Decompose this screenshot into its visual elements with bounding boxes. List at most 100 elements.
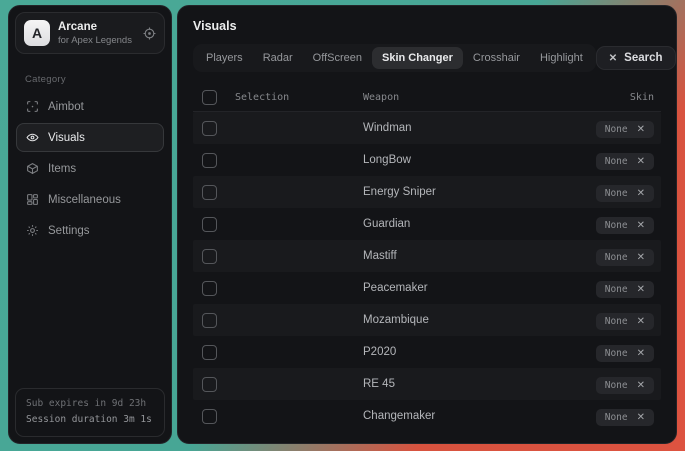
sidebar-item-miscellaneous[interactable]: Miscellaneous [16,185,164,214]
table-row[interactable]: RE 45 None ✕ [193,368,661,400]
weapon-name: Energy Sniper [363,186,596,198]
category-label: Category [25,74,155,85]
column-header-weapon: Weapon [363,92,630,103]
table-row[interactable]: Changemaker None ✕ [193,400,661,432]
app-subtitle: for Apex Legends [58,35,135,46]
row-checkbox[interactable] [202,409,217,424]
skin-value: None [605,348,628,359]
weapon-name: RE 45 [363,378,596,390]
clear-skin-icon[interactable]: ✕ [637,316,645,327]
row-checkbox[interactable] [202,153,217,168]
weapon-name: Peacemaker [363,282,596,294]
skin-badge[interactable]: None ✕ [596,249,654,266]
skin-value: None [605,188,628,199]
skin-value: None [605,316,628,327]
app-header-card: A Arcane for Apex Legends [15,12,165,54]
clear-skin-icon[interactable]: ✕ [637,124,645,135]
table-row[interactable]: Energy Sniper None ✕ [193,176,661,208]
miscellaneous-icon [26,193,39,206]
row-checkbox[interactable] [202,249,217,264]
sidebar: A Arcane for Apex Legends Category [8,5,172,444]
row-checkbox[interactable] [202,185,217,200]
tab-crosshair[interactable]: Crosshair [463,47,530,69]
settings-icon [26,224,39,237]
clear-skin-icon[interactable]: ✕ [637,156,645,167]
tab-bar: Players Radar OffScreen Skin Changer Cro… [193,44,596,72]
skin-badge[interactable]: None ✕ [596,313,654,330]
skin-badge[interactable]: None ✕ [596,217,654,234]
select-all-checkbox[interactable] [202,90,217,105]
visuals-icon [26,131,39,144]
table-row[interactable]: Mozambique None ✕ [193,304,661,336]
clear-skin-icon[interactable]: ✕ [637,220,645,231]
skin-badge[interactable]: None ✕ [596,409,654,426]
tab-offscreen[interactable]: OffScreen [303,47,372,69]
page-title: Visuals [193,19,661,33]
sidebar-item-aimbot[interactable]: Aimbot [16,92,164,121]
tab-radar[interactable]: Radar [253,47,303,69]
sub-expires-text: Sub expires in 9d 23h [26,396,154,413]
tab-players[interactable]: Players [196,47,253,69]
skin-value: None [605,252,628,263]
table-row[interactable]: Peacemaker None ✕ [193,272,661,304]
row-checkbox[interactable] [202,217,217,232]
row-checkbox[interactable] [202,281,217,296]
skin-badge[interactable]: None ✕ [596,281,654,298]
sidebar-item-label: Miscellaneous [48,194,121,206]
row-checkbox[interactable] [202,345,217,360]
skin-value: None [605,284,628,295]
sidebar-item-settings[interactable]: Settings [16,216,164,245]
skin-value: None [605,380,628,391]
skin-value: None [605,220,628,231]
search-icon: ✕ [609,53,617,64]
clear-skin-icon[interactable]: ✕ [637,348,645,359]
row-checkbox[interactable] [202,313,217,328]
subscription-info-card: Sub expires in 9d 23h Session duration 3… [15,388,165,437]
skin-value: None [605,156,628,167]
aimbot-icon [26,100,39,113]
skin-badge[interactable]: None ✕ [596,377,654,394]
row-checkbox[interactable] [202,121,217,136]
table-row[interactable]: Guardian None ✕ [193,208,661,240]
search-button[interactable]: ✕ Search [596,46,676,70]
clear-skin-icon[interactable]: ✕ [637,380,645,391]
weapon-name: Guardian [363,218,596,230]
clear-skin-icon[interactable]: ✕ [637,412,645,423]
weapon-name: Mozambique [363,314,596,326]
sidebar-item-visuals[interactable]: Visuals [16,123,164,152]
toolbar: Players Radar OffScreen Skin Changer Cro… [193,44,661,72]
weapon-name: Mastiff [363,250,596,262]
clear-skin-icon[interactable]: ✕ [637,252,645,263]
tab-highlight[interactable]: Highlight [530,47,593,69]
row-checkbox[interactable] [202,377,217,392]
sidebar-item-label: Aimbot [48,101,84,113]
sidebar-item-label: Visuals [48,132,85,144]
skin-table: Selection Weapon Skin Windman None✕ Long… [193,83,661,434]
app-name: Arcane [58,20,135,34]
table-header-row: Selection Weapon Skin [193,83,661,112]
skin-value: None [605,412,628,423]
weapon-name: LongBow [363,154,596,166]
table-row[interactable]: Windman None✕ [193,112,661,144]
clear-skin-icon[interactable]: ✕ [637,188,645,199]
weapon-name: Changemaker [363,410,596,422]
search-button-label: Search [624,52,662,64]
skin-badge[interactable]: None ✕ [596,153,654,170]
session-duration-text: Session duration 3m 1s [26,412,154,429]
clear-skin-icon[interactable]: ✕ [637,284,645,295]
table-row[interactable]: P2020 None✕ [193,336,661,368]
tab-skin-changer[interactable]: Skin Changer [372,47,463,69]
app-logo: A [24,20,50,46]
skin-badge[interactable]: None ✕ [596,345,654,362]
sidebar-item-label: Settings [48,225,90,237]
sidebar-item-items[interactable]: Items [16,154,164,183]
table-row[interactable]: LongBow None ✕ [193,144,661,176]
column-header-selection: Selection [235,92,363,103]
sidebar-nav: Aimbot Visuals Items [9,92,171,245]
column-header-skin: Skin [630,92,654,103]
skin-badge[interactable]: None✕ [596,121,654,138]
app-window: A Arcane for Apex Legends Category [8,5,677,444]
skin-badge[interactable]: None ✕ [596,185,654,202]
target-icon[interactable] [143,27,156,40]
table-row[interactable]: Mastiff None ✕ [193,240,661,272]
